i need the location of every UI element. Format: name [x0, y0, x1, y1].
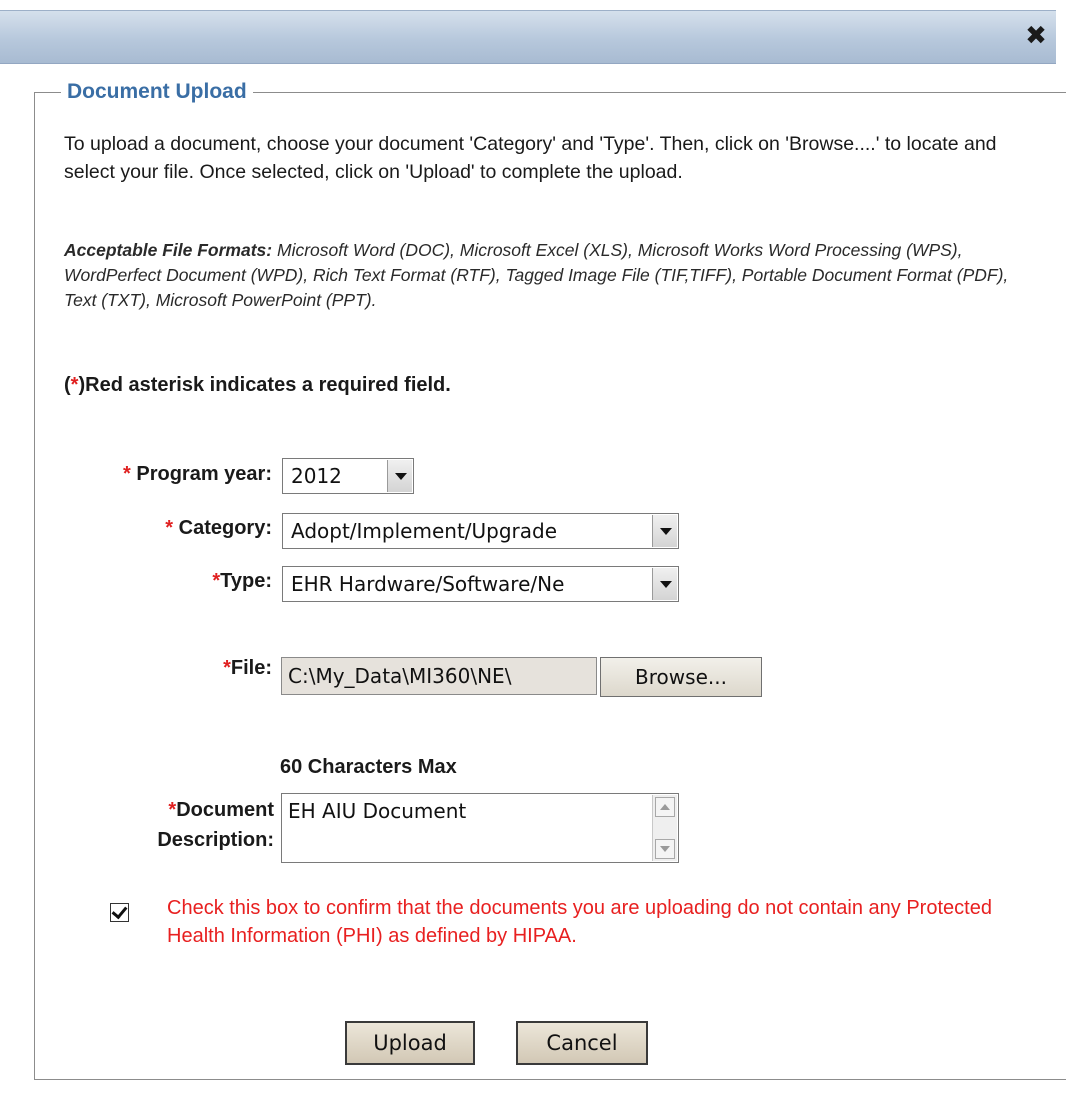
- acceptable-formats: Acceptable File Formats: Microsoft Word …: [64, 238, 1039, 313]
- program-year-select[interactable]: 2012: [282, 458, 414, 494]
- browse-button[interactable]: Browse...: [600, 657, 762, 697]
- phi-confirm-checkbox[interactable]: [110, 903, 129, 922]
- category-label-text: Category:: [178, 517, 272, 539]
- document-description-input[interactable]: EH AIU Document: [281, 793, 679, 863]
- type-label: *Type:: [64, 569, 272, 593]
- upload-instructions: To upload a document, choose your docume…: [64, 133, 997, 183]
- chevron-down-icon[interactable]: [652, 568, 677, 600]
- program-year-label: * Program year:: [64, 462, 272, 486]
- scroll-down-icon[interactable]: [655, 839, 675, 859]
- close-icon[interactable]: ✖: [1022, 21, 1050, 51]
- chevron-down-icon[interactable]: [652, 515, 677, 547]
- type-label-text: Type:: [220, 570, 272, 592]
- required-asterisk: *: [123, 463, 131, 485]
- program-year-value: 2012: [291, 464, 342, 488]
- acceptable-formats-label: Acceptable File Formats:: [64, 240, 273, 260]
- required-asterisk: *: [165, 517, 174, 539]
- category-label: * Category:: [64, 516, 272, 540]
- chevron-down-icon[interactable]: [387, 460, 412, 492]
- file-label: *File:: [64, 656, 272, 680]
- document-description-label-line2: Description:: [157, 829, 274, 851]
- document-description-value: EH AIU Document: [288, 799, 467, 823]
- phi-confirm-text: Check this box to confirm that the docum…: [167, 897, 992, 947]
- required-asterisk: *: [223, 657, 231, 679]
- file-path-input[interactable]: C:\My_Data\MI360\NE\: [281, 657, 597, 695]
- description-max-note: 60 Characters Max: [280, 756, 457, 778]
- category-value: Adopt/Implement/Upgrade: [291, 519, 558, 543]
- document-label-text: Document: [176, 799, 274, 821]
- cancel-button[interactable]: Cancel: [516, 1021, 648, 1065]
- file-label-text: File:: [230, 657, 272, 679]
- scroll-up-icon[interactable]: [655, 797, 675, 817]
- required-note-open: (: [64, 374, 71, 396]
- description-scrollbar[interactable]: [652, 795, 677, 861]
- type-select[interactable]: EHR Hardware/Software/Ne: [282, 566, 679, 602]
- document-upload-legend: Document Upload: [67, 80, 247, 103]
- required-field-note: (*)Red asterisk indicates a required fie…: [64, 374, 451, 397]
- required-asterisk: *: [212, 570, 221, 592]
- document-description-label: *Document Description:: [64, 795, 274, 855]
- category-select[interactable]: Adopt/Implement/Upgrade: [282, 513, 679, 549]
- required-note-text: )Red asterisk indicates a required field…: [78, 374, 451, 396]
- type-value: EHR Hardware/Software/Ne: [291, 572, 565, 596]
- dialog-titlebar[interactable]: ✖: [0, 10, 1056, 64]
- program-year-label-text: Program year:: [136, 463, 272, 485]
- document-description-label-line1: *Document: [64, 795, 274, 825]
- upload-button[interactable]: Upload: [345, 1021, 475, 1065]
